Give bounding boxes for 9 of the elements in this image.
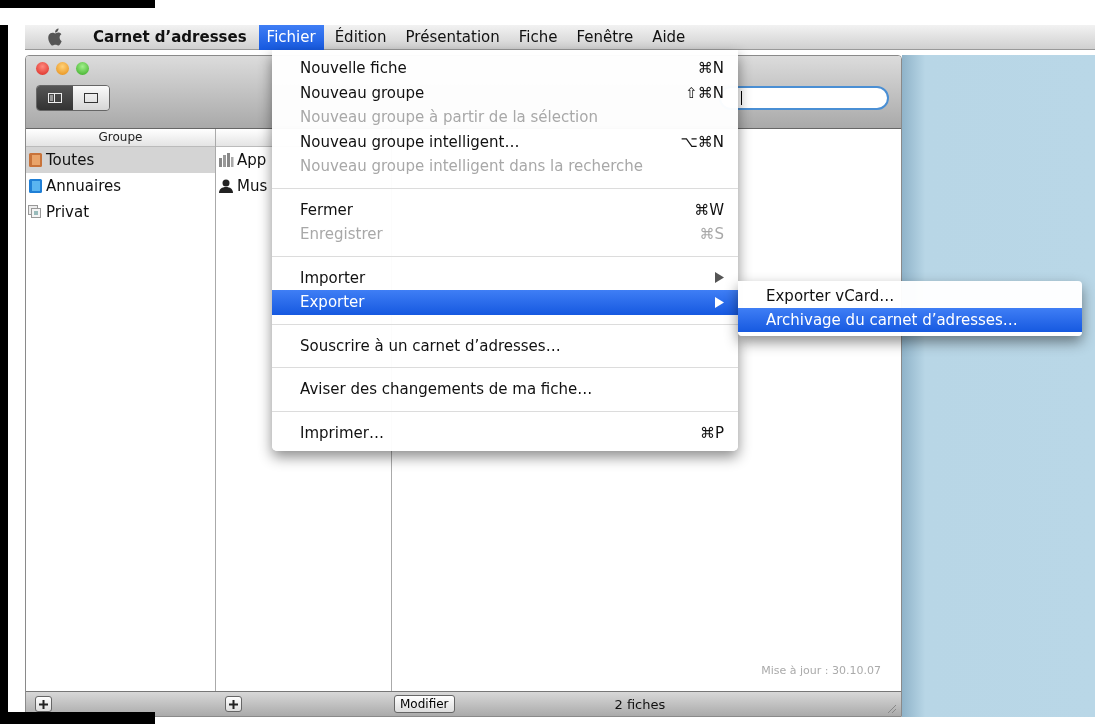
shortcut-text: ⌘P <box>699 423 724 442</box>
card-count: 2 fiches <box>614 696 666 712</box>
shortcut-text: ⇧⌘N <box>685 83 724 102</box>
column-header: Groupe <box>26 129 215 147</box>
shortcut-text: ⌥⌘N <box>680 132 724 151</box>
shortcut-text: ⌘W <box>694 200 724 219</box>
shortcut-text: ⌘S <box>699 225 724 244</box>
last-updated-text: Mise à jour : 30.10.07 <box>761 664 881 677</box>
shortcut-text: ⌘N <box>697 59 724 78</box>
